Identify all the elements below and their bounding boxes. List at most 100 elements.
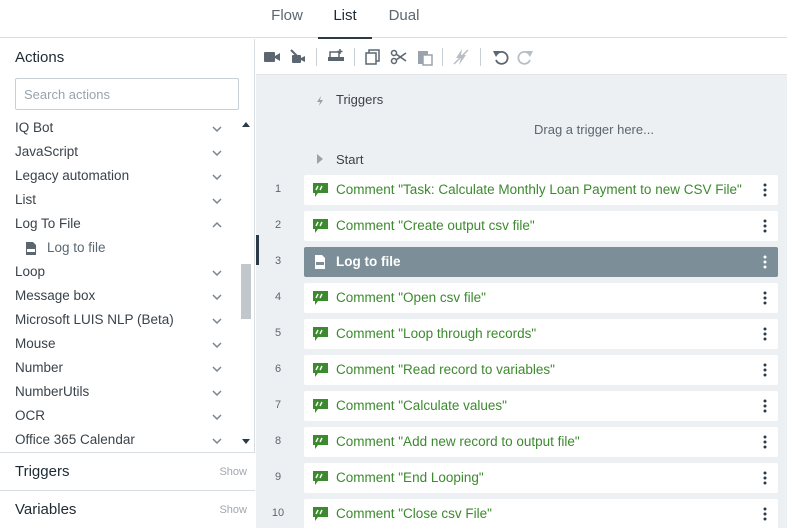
line-number: 10 <box>271 507 285 519</box>
lightning-icon <box>317 96 323 106</box>
more-options-icon[interactable] <box>760 470 770 486</box>
step-comment[interactable]: Comment "End Looping" <box>304 463 778 493</box>
line-number: 2 <box>274 219 282 231</box>
action-category-label: Number <box>15 360 64 375</box>
step-comment[interactable]: Comment "Read record to variables" <box>304 355 778 385</box>
step-comment[interactable]: Comment "Close csv File" <box>304 499 778 528</box>
log-file-icon <box>26 242 36 255</box>
copy-icon[interactable] <box>364 48 382 66</box>
step-comment[interactable]: Comment "Open csv file" <box>304 283 778 313</box>
action-category-message-box[interactable]: Message box <box>0 285 238 309</box>
action-category-loop[interactable]: Loop <box>0 261 238 285</box>
step-text: Comment "Add new record to output file" <box>336 434 580 449</box>
step-comment[interactable]: Comment "Task: Calculate Monthly Loan Pa… <box>304 175 778 205</box>
step-text: Comment "Open csv file" <box>336 290 486 305</box>
action-category-label: Message box <box>15 288 96 303</box>
record-settings-icon[interactable] <box>289 48 307 66</box>
chevron-down-icon[interactable] <box>211 339 223 351</box>
action-category-javascript[interactable]: JavaScript <box>0 141 238 165</box>
scroll-up-icon[interactable] <box>242 122 250 127</box>
variables-show-link[interactable]: Show <box>219 504 247 516</box>
chevron-down-icon[interactable] <box>211 123 223 135</box>
step-comment[interactable]: Comment "Calculate values" <box>304 391 778 421</box>
action-category-label: Mouse <box>15 336 56 351</box>
step-text: Comment "Close csv File" <box>336 506 492 521</box>
triggers-section[interactable]: Triggers Show <box>0 452 255 490</box>
action-category-label: IQ Bot <box>15 120 54 135</box>
chevron-up-icon[interactable] <box>211 219 223 231</box>
step-comment[interactable]: Comment "Add new record to output file" <box>304 427 778 457</box>
record-icon[interactable] <box>263 48 281 66</box>
scrollbar-thumb[interactable] <box>241 264 251 319</box>
step-comment[interactable]: Comment "Create output csv file" <box>304 211 778 241</box>
more-options-icon[interactable] <box>760 398 770 414</box>
scroll-down-icon[interactable] <box>242 439 250 444</box>
chevron-down-icon[interactable] <box>211 195 223 207</box>
step-text: Comment "Loop through records" <box>336 326 537 341</box>
chevron-down-icon[interactable] <box>211 315 223 327</box>
more-options-icon[interactable] <box>760 182 770 198</box>
chevron-down-icon[interactable] <box>211 291 223 303</box>
tab-flow[interactable]: Flow <box>262 0 312 38</box>
action-category-label: OCR <box>15 408 45 423</box>
action-item-log-to-file[interactable]: Log to file <box>0 237 238 261</box>
triggers-show-link[interactable]: Show <box>219 466 247 478</box>
search-actions-input[interactable] <box>15 78 239 110</box>
line-number: 8 <box>274 435 282 447</box>
action-category-ocr[interactable]: OCR <box>0 405 238 429</box>
list-editor: Triggers Drag a trigger here... Start 1 C… <box>256 75 787 528</box>
more-options-icon[interactable] <box>760 290 770 306</box>
action-category-number[interactable]: Number <box>0 357 238 381</box>
add-step-icon[interactable] <box>327 48 345 66</box>
chevron-down-icon[interactable] <box>211 435 223 447</box>
chevron-down-icon[interactable] <box>211 387 223 399</box>
line-number: 1 <box>274 183 282 195</box>
chevron-down-icon[interactable] <box>211 147 223 159</box>
action-category-legacy-automation[interactable]: Legacy automation <box>0 165 238 189</box>
tab-list[interactable]: List <box>318 0 372 39</box>
action-category-log-to-file[interactable]: Log To File <box>0 213 238 237</box>
actions-list: IQ Bot JavaScript Legacy automation List Log… <box>0 115 238 451</box>
action-category-label: NumberUtils <box>15 384 90 399</box>
action-category-list[interactable]: List <box>0 189 238 213</box>
disable-icon[interactable] <box>452 48 470 66</box>
line-number: 3 <box>274 255 282 267</box>
more-options-icon[interactable] <box>760 506 770 522</box>
chevron-down-icon[interactable] <box>211 411 223 423</box>
cut-icon[interactable] <box>390 48 408 66</box>
comment-icon <box>313 183 328 197</box>
comment-icon <box>313 291 328 305</box>
chevron-down-icon[interactable] <box>211 363 223 375</box>
action-category-microsoft-luis-nlp-beta[interactable]: Microsoft LUIS NLP (Beta) <box>0 309 238 333</box>
action-category-numberutils[interactable]: NumberUtils <box>0 381 238 405</box>
trigger-drop-zone[interactable]: Drag a trigger here... <box>534 122 654 137</box>
more-options-icon[interactable] <box>760 434 770 450</box>
action-category-iq-bot[interactable]: IQ Bot <box>0 117 238 141</box>
triggers-header: Triggers <box>336 92 384 107</box>
step-comment[interactable]: Comment "Loop through records" <box>304 319 778 349</box>
more-options-icon[interactable] <box>760 362 770 378</box>
redo-icon[interactable] <box>516 48 534 66</box>
tab-dual[interactable]: Dual <box>380 0 428 38</box>
actions-panel: Actions IQ Bot JavaScript Legacy automatio… <box>0 39 255 528</box>
variables-section[interactable]: Variables Show <box>0 490 255 528</box>
line-number: 6 <box>274 363 282 375</box>
chevron-down-icon[interactable] <box>211 171 223 183</box>
more-options-icon[interactable] <box>760 254 770 270</box>
action-category-mouse[interactable]: Mouse <box>0 333 238 357</box>
more-options-icon[interactable] <box>760 218 770 234</box>
step-text: Comment "Create output csv file" <box>336 218 535 233</box>
line-number: 4 <box>274 291 282 303</box>
action-category-office-365-calendar[interactable]: Office 365 Calendar <box>0 429 238 451</box>
paste-icon[interactable] <box>416 48 434 66</box>
comment-icon <box>313 507 328 521</box>
comment-icon <box>313 219 328 233</box>
step-log-to-file[interactable]: Log to file <box>304 247 778 277</box>
more-options-icon[interactable] <box>760 326 770 342</box>
undo-icon[interactable] <box>492 48 510 66</box>
actions-title: Actions <box>15 49 65 66</box>
expand-start-icon[interactable] <box>317 154 323 164</box>
chevron-down-icon[interactable] <box>211 267 223 279</box>
line-number: 7 <box>274 399 282 411</box>
start-label: Start <box>336 152 364 167</box>
